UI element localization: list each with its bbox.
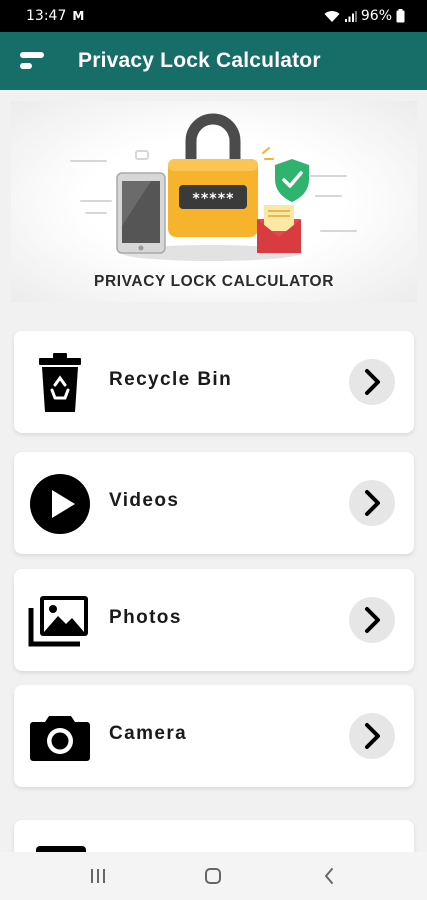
system-nav-bar	[0, 852, 427, 900]
shield-check-graphic	[275, 159, 309, 202]
videos-arrow-button[interactable]	[349, 480, 395, 526]
camera-label: Camera	[109, 723, 188, 744]
home-icon	[205, 868, 222, 884]
camera-arrow-button[interactable]	[349, 713, 395, 759]
photos-icon	[28, 591, 92, 651]
recycle-bin-label: Recycle Bin	[109, 369, 233, 390]
phone-graphic	[116, 172, 166, 254]
videos-label: Videos	[109, 490, 180, 511]
app-title: Privacy Lock Calculator	[78, 49, 321, 72]
photos-card[interactable]: Photos	[14, 569, 414, 671]
banner-illustration: *****	[70, 113, 357, 261]
back-button[interactable]	[304, 856, 354, 896]
photos-label: Photos	[109, 607, 182, 628]
chevron-right-icon	[365, 607, 380, 633]
battery-percent: 96%	[360, 8, 392, 24]
gmail-notification-icon: M	[72, 9, 85, 23]
recycle-bin-card[interactable]: Recycle Bin	[14, 331, 414, 433]
chevron-right-icon	[365, 369, 380, 395]
camera-icon	[28, 707, 92, 767]
recent-apps-icon	[90, 869, 105, 883]
videos-card[interactable]: Videos	[14, 452, 414, 554]
chevron-right-icon	[365, 490, 380, 516]
wifi-icon	[324, 10, 340, 22]
app-bar: Privacy Lock Calculator	[0, 32, 427, 90]
status-left: 13:47 M	[26, 8, 84, 24]
video-play-icon	[28, 474, 92, 534]
battery-icon	[396, 9, 405, 23]
recycle-bin-icon	[28, 353, 92, 413]
back-icon	[325, 868, 334, 884]
envelope-graphic	[257, 205, 301, 253]
banner-image: ***** PRIVACY LOCK CALCULATOR	[11, 101, 417, 302]
menu-button[interactable]	[12, 41, 52, 81]
chevron-right-icon	[365, 723, 380, 749]
status-time: 13:47	[26, 8, 67, 24]
banner-caption: PRIVACY LOCK CALCULATOR	[94, 273, 334, 290]
home-button[interactable]	[188, 856, 238, 896]
pin-mask: *****	[192, 191, 234, 207]
photos-arrow-button[interactable]	[349, 597, 395, 643]
recent-apps-button[interactable]	[73, 856, 123, 896]
status-right: 96%	[324, 8, 405, 24]
camera-card[interactable]: Camera	[14, 685, 414, 787]
status-bar: 13:47 M 96%	[0, 0, 427, 32]
menu-icon	[20, 52, 44, 69]
padlock-graphic: *****	[168, 113, 258, 237]
signal-icon	[344, 10, 357, 22]
recycle-bin-arrow-button[interactable]	[349, 359, 395, 405]
